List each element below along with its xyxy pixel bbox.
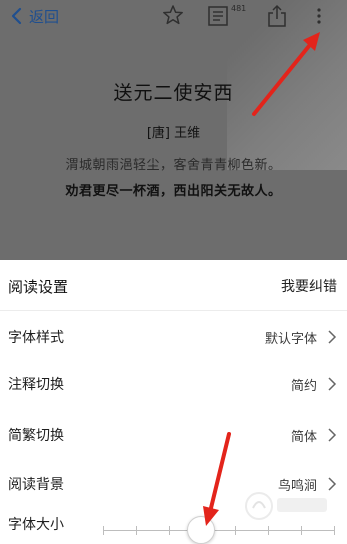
- annotation-overlay: [203, 32, 320, 526]
- arrow-annotation: [203, 432, 231, 526]
- arrow-annotation: [252, 32, 320, 116]
